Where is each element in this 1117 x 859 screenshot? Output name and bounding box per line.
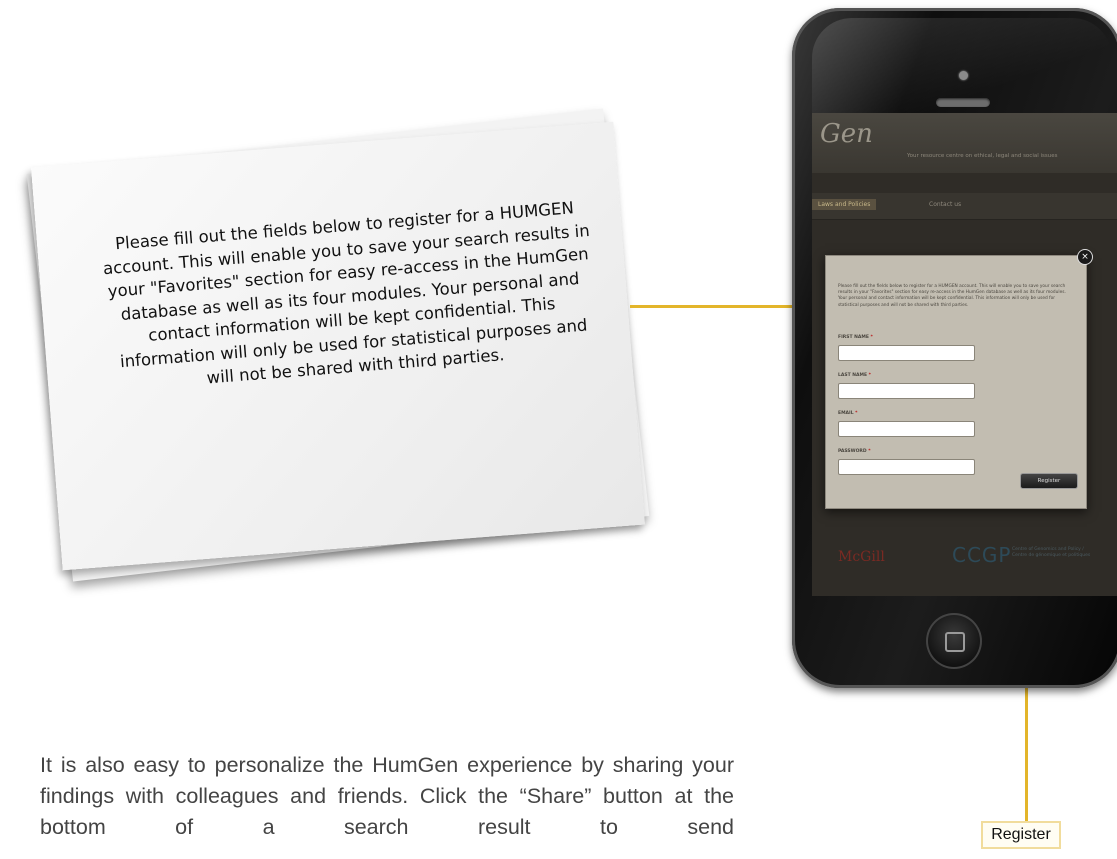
password-field[interactable] xyxy=(838,459,975,475)
email-label: EMAIL * xyxy=(838,411,858,416)
close-icon[interactable]: × xyxy=(1077,249,1093,265)
speaker-icon xyxy=(936,98,990,107)
modal-intro-text: Please fill out the fields below to regi… xyxy=(838,284,1066,308)
site-logo[interactable]: Gen xyxy=(820,119,873,149)
password-label: PASSWORD * xyxy=(838,449,871,454)
mcgill-logo[interactable]: McGill xyxy=(838,549,885,565)
last-name-label-text: LAST NAME xyxy=(838,373,868,378)
instruction-note: Please fill out the fields below to regi… xyxy=(26,108,650,582)
phone-screen: Gen Your resource centre on ethical, leg… xyxy=(812,113,1117,596)
first-name-label-text: FIRST NAME xyxy=(838,335,869,340)
site-header: Gen Your resource centre on ethical, leg… xyxy=(812,113,1117,173)
required-mark: * xyxy=(868,373,871,378)
required-mark: * xyxy=(855,411,858,416)
site-nav: Laws and Policies Contact us xyxy=(812,193,1117,220)
site-footer: McGill CCGP Centre of Genomics and Polic… xyxy=(812,533,1117,583)
required-mark: * xyxy=(868,449,871,454)
password-label-text: PASSWORD xyxy=(838,449,867,454)
required-mark: * xyxy=(870,335,873,340)
first-name-label: FIRST NAME * xyxy=(838,335,873,340)
first-name-field[interactable] xyxy=(838,345,975,361)
last-name-field[interactable] xyxy=(838,383,975,399)
ccgp-subtitle: Centre of Genomics and Policy / Centre d… xyxy=(1012,547,1091,558)
nav-item-contact[interactable]: Contact us xyxy=(929,201,961,208)
home-square-icon xyxy=(945,632,965,652)
body-paragraph: It is also easy to personalize the HumGe… xyxy=(40,753,734,839)
register-modal: × Please fill out the fields below to re… xyxy=(825,249,1093,509)
register-callout-label: Register xyxy=(981,821,1061,849)
camera-icon xyxy=(959,71,968,80)
nav-item-laws-policies[interactable]: Laws and Policies xyxy=(812,199,877,210)
email-field[interactable] xyxy=(838,421,975,437)
last-name-label: LAST NAME * xyxy=(838,373,871,378)
register-button[interactable]: Register xyxy=(1020,473,1078,489)
site-tagline: Your resource centre on ethical, legal a… xyxy=(907,153,1058,159)
email-label-text: EMAIL xyxy=(838,411,854,416)
ccgp-logo[interactable]: CCGP xyxy=(952,543,1012,567)
home-button[interactable] xyxy=(926,613,982,669)
phone-mockup: Gen Your resource centre on ethical, leg… xyxy=(792,8,1117,688)
